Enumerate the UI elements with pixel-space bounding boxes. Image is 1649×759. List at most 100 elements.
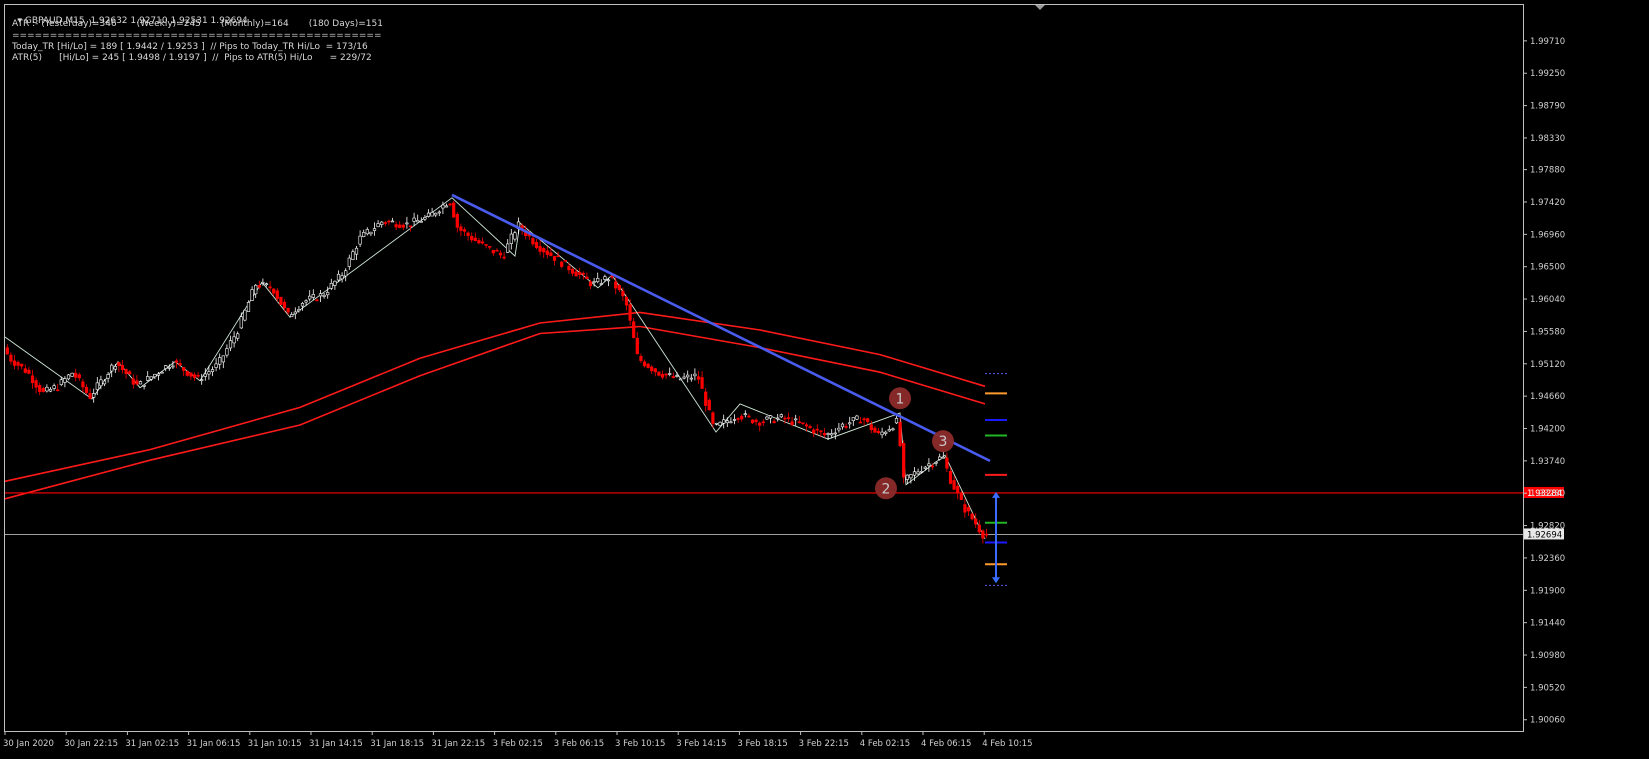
candle-body — [189, 372, 193, 377]
y-tick-label: 1.96960 — [1530, 230, 1565, 240]
candle-body — [693, 373, 697, 377]
candle-body — [92, 393, 96, 398]
candle-body — [444, 205, 449, 208]
candle-body — [884, 431, 888, 434]
candle-body — [290, 314, 294, 318]
candle-body — [880, 431, 884, 436]
x-tick-label: 4 Feb 10:15 — [982, 739, 1032, 749]
candle-body — [790, 421, 794, 425]
candle-body — [844, 426, 848, 428]
candle-body — [221, 355, 225, 363]
candle-body — [923, 466, 927, 469]
marker-label: 3 — [939, 434, 948, 450]
candle-body — [282, 301, 287, 309]
candle-body — [592, 281, 596, 283]
candle-body — [178, 363, 182, 366]
candle-body — [765, 416, 769, 420]
candle-body — [761, 421, 765, 424]
candle-body — [38, 385, 42, 393]
candle-body — [675, 375, 679, 377]
candle-body — [344, 270, 348, 277]
candle-body — [977, 524, 981, 533]
y-tick-label: 1.97420 — [1530, 198, 1565, 208]
candle-body — [12, 360, 17, 366]
candle-body — [567, 265, 571, 271]
y-tick-label: 1.92820 — [1530, 522, 1565, 532]
candle-body — [902, 443, 906, 478]
candle-body — [617, 285, 621, 291]
candle-body — [394, 224, 398, 228]
candle-body — [131, 378, 135, 385]
candle-body — [956, 485, 960, 494]
candle-body — [891, 428, 895, 431]
candle-body — [48, 388, 53, 392]
chart-window[interactable]: 1.93284 1.92694 123 1.99710 1.99250 1.98790… — [0, 0, 1649, 755]
candle-body — [718, 421, 722, 426]
candle-body — [254, 284, 258, 295]
y-tick-label: 1.91900 — [1530, 586, 1565, 596]
candle-body — [250, 289, 254, 301]
x-tick-label: 3 Feb 02:15 — [493, 739, 543, 749]
y-tick-label: 1.90980 — [1530, 651, 1565, 661]
candle-body — [336, 273, 341, 281]
candle-body — [563, 260, 567, 262]
candle-body — [369, 231, 373, 235]
candle-body — [272, 288, 276, 294]
candle-body — [743, 413, 747, 416]
candle-body — [668, 373, 672, 375]
candle-body — [639, 356, 643, 361]
candle-body — [110, 364, 114, 372]
candle-body — [470, 236, 474, 241]
candle-body — [776, 417, 780, 420]
candle-body — [581, 272, 585, 275]
candle-body — [502, 256, 506, 259]
candle-body — [664, 373, 668, 376]
candle-body — [74, 372, 78, 378]
candle-body — [642, 361, 647, 367]
candle-body — [77, 374, 81, 379]
candle-body — [754, 419, 758, 423]
candle-body — [606, 279, 611, 282]
candle-body — [704, 391, 708, 406]
x-tick-label: 31 Jan 10:15 — [248, 739, 302, 749]
candle-body — [59, 379, 63, 385]
candle-body — [650, 366, 654, 372]
candle-body — [822, 433, 827, 436]
candle-body — [707, 399, 711, 411]
candle-body — [473, 237, 477, 242]
y-tick-label: 1.95580 — [1530, 327, 1565, 337]
candle-body — [477, 240, 481, 244]
y-tick-label: 1.98790 — [1530, 102, 1565, 112]
candle-body — [207, 371, 211, 375]
candle-body — [538, 246, 542, 252]
candle-body — [858, 421, 863, 424]
candle-body — [711, 412, 715, 424]
candle-body — [329, 283, 333, 289]
candle-body — [99, 379, 103, 387]
candle-body — [81, 381, 85, 388]
candle-body — [41, 388, 45, 392]
candle-body — [840, 423, 845, 428]
candle-body — [542, 248, 546, 253]
candle-body — [185, 370, 189, 376]
candle-body — [275, 290, 279, 299]
candle-body — [423, 217, 427, 220]
candle-body — [437, 211, 441, 214]
candle-body — [412, 217, 416, 222]
price-chart[interactable]: 1.932841.92694 123 1.997101.992501.98790… — [0, 0, 1649, 755]
candle-body — [513, 232, 517, 240]
candle-body — [783, 417, 787, 420]
candle-body — [786, 417, 791, 419]
candle-body — [372, 228, 377, 231]
candle-body — [466, 232, 470, 236]
candle-body — [750, 419, 755, 424]
candle-body — [599, 283, 603, 285]
y-tick-label: 1.96500 — [1530, 263, 1565, 273]
candle-body — [689, 377, 693, 380]
candle-body — [300, 303, 305, 307]
candle-body — [851, 417, 855, 421]
candle-body — [380, 221, 384, 225]
atr5-line: ATR(5) [Hi/Lo] = 245 [ 1.9498 / 1.9197 ]… — [12, 53, 372, 63]
candle-body — [495, 249, 499, 252]
candle-body — [362, 232, 366, 238]
